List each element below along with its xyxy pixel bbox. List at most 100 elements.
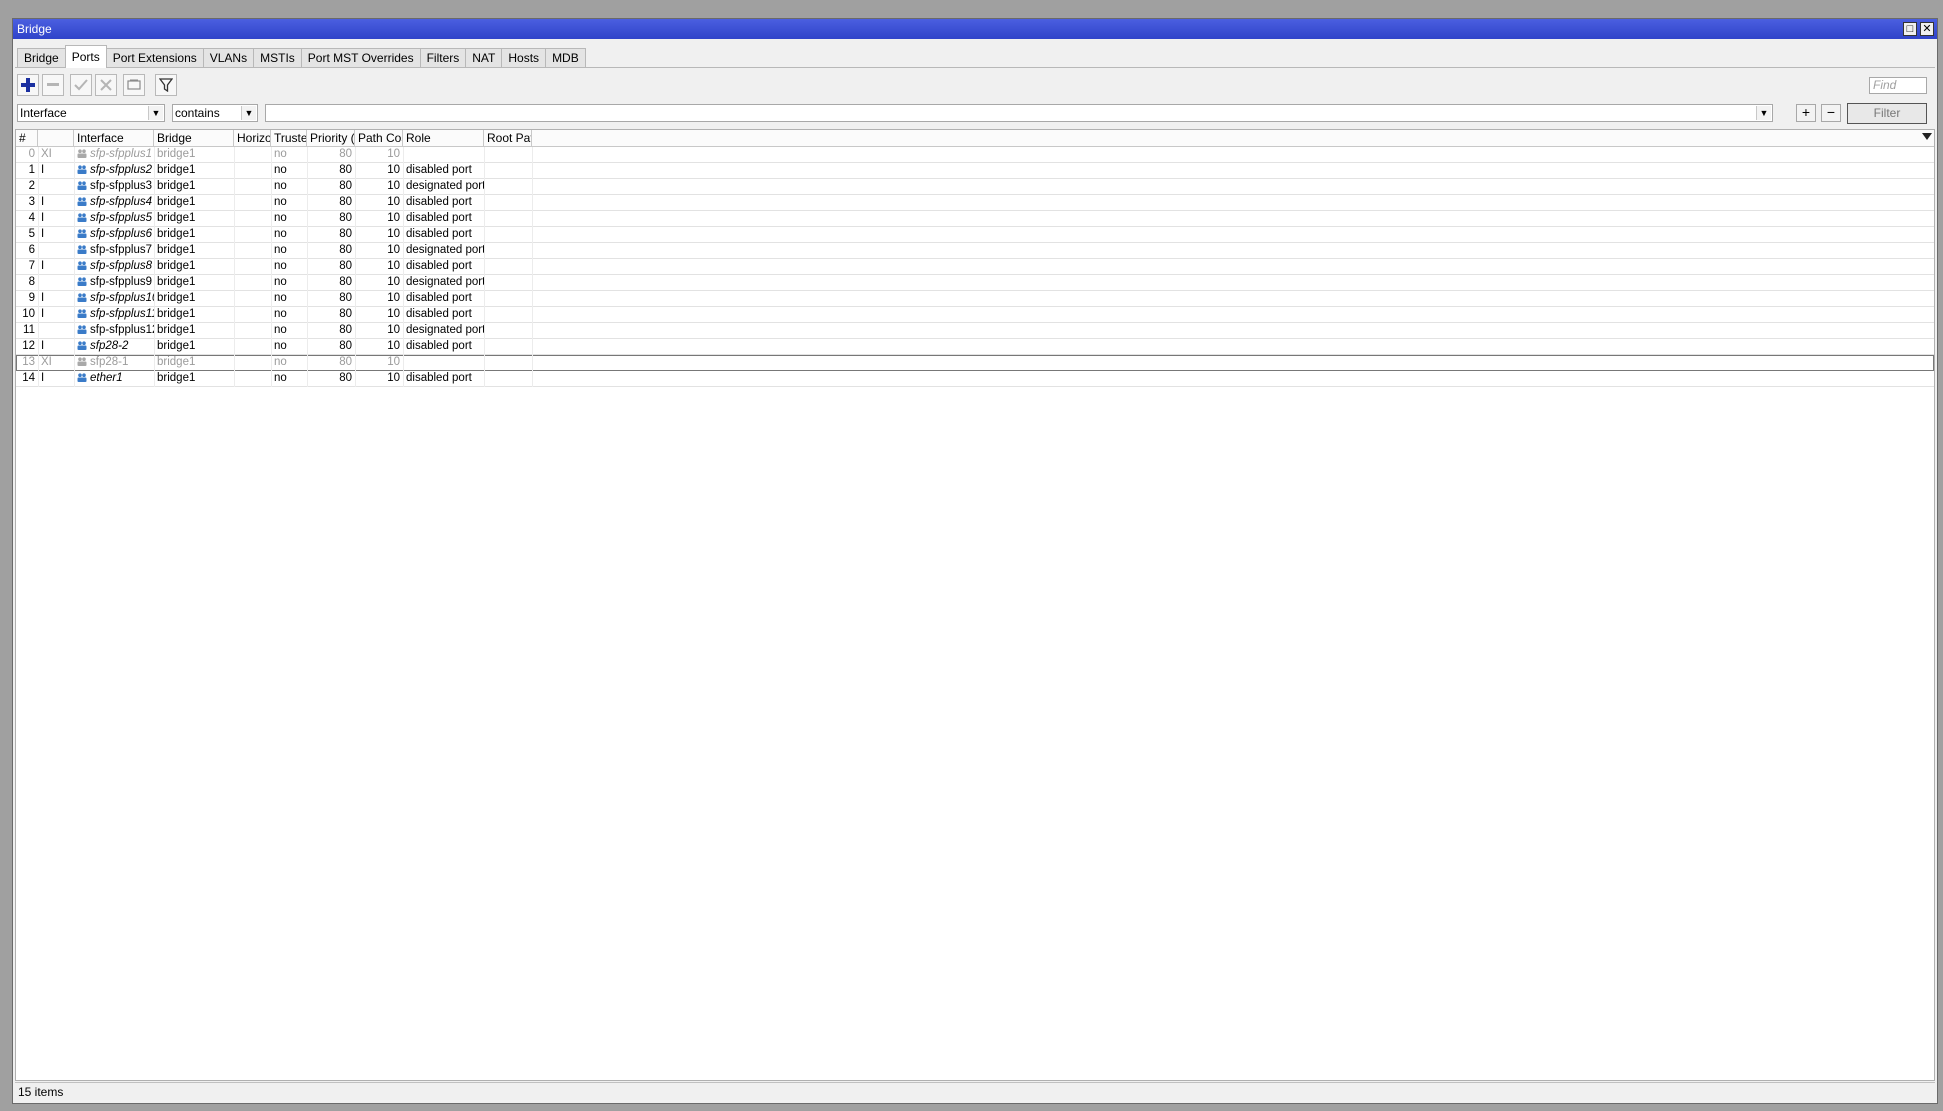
tab-hosts[interactable]: Hosts (501, 48, 547, 68)
tab-mstis[interactable]: MSTIs (253, 48, 302, 68)
cell-role: disabled port (406, 308, 472, 320)
cell-flags (38, 275, 74, 290)
find-input[interactable]: Find (1869, 77, 1927, 94)
table-row[interactable]: 13 XI sfp28-1 bridge1 no 80 10 (16, 355, 1934, 371)
col-interface-header[interactable]: Interface (74, 130, 154, 146)
port-icon (77, 277, 87, 286)
col-path-cost-header[interactable]: Path Cost (355, 130, 403, 146)
cell-root-path (484, 291, 532, 306)
table-row[interactable]: 2 sfp-sfpplus3 bridge1 no 80 10 designated por… (16, 179, 1934, 195)
cell-interface: sfp-sfpplus4 (74, 195, 154, 210)
enable-button[interactable] (70, 74, 92, 96)
column-divider (234, 147, 235, 387)
cell-flags (38, 179, 74, 194)
interface-name: sfp-sfpplus10 (90, 292, 154, 304)
cell-bridge: bridge1 (157, 260, 196, 272)
cell-root-path (484, 339, 532, 354)
table-row[interactable]: 6 sfp-sfpplus7 bridge1 no 80 10 designated por… (16, 243, 1934, 259)
cell-interface: sfp-sfpplus9 (74, 275, 154, 290)
table-row[interactable]: 8 sfp-sfpplus9 bridge1 no 80 10 designated por… (16, 275, 1934, 291)
tab-port-mst-overrides[interactable]: Port MST Overrides (300, 48, 421, 68)
table-row[interactable]: 1 Isfp-sfpplus2 bridge1 no 80 10 disabled port (16, 163, 1934, 179)
cell-horizon (234, 339, 271, 354)
interface-name: sfp-sfpplus5 (90, 212, 153, 224)
table-row[interactable]: 4 Isfp-sfpplus5 bridge1 no 80 10 disabled port (16, 211, 1934, 227)
table-row[interactable]: 10 Isfp-sfpplus11 bridge1 no 80 10 disabled po… (16, 307, 1934, 323)
cell-role: disabled port (406, 372, 472, 384)
remove-filter-button[interactable]: − (1821, 104, 1841, 122)
cell-horizon (234, 371, 271, 386)
cell-number: 6 (28, 244, 35, 256)
port-icon (77, 165, 87, 174)
interface-name: sfp-sfpplus8 (90, 260, 153, 272)
comment-button[interactable] (123, 74, 145, 96)
tab-nat[interactable]: NAT (465, 48, 503, 68)
tab-bridge[interactable]: Bridge (17, 48, 66, 68)
table-row[interactable]: 0 XI sfp-sfpplus1 bridge1 no 80 10 (16, 147, 1934, 163)
col-bridge-header[interactable]: Bridge (154, 130, 234, 146)
cell-root-path (484, 371, 532, 386)
cell-trusted: no (274, 292, 287, 304)
table-row[interactable]: 5 Isfp-sfpplus6 bridge1 no 80 10 disabled port (16, 227, 1934, 243)
port-icon (77, 373, 87, 382)
table-row[interactable]: 3 Isfp-sfpplus4 bridge1 no 80 10 disabled port (16, 195, 1934, 211)
col-trusted-header[interactable]: Trusted (271, 130, 307, 146)
col-priority-header[interactable]: Priority (h... (307, 130, 355, 146)
dropdown-arrow-icon[interactable]: ▼ (241, 106, 256, 120)
close-icon[interactable]: ✕ (1920, 22, 1934, 36)
cell-bridge: bridge1 (157, 196, 196, 208)
col-role-header[interactable]: Role (403, 130, 484, 146)
cell-trusted: no (274, 180, 287, 192)
add-button[interactable] (17, 74, 39, 96)
cell-interface: sfp28-1 (74, 355, 154, 370)
cell-trusted: no (274, 212, 287, 224)
col-horizon-header[interactable]: Horizon (234, 130, 271, 146)
port-icon (77, 293, 87, 302)
filter-field-select[interactable]: Interface ▼ (17, 104, 165, 122)
filter-value-input[interactable]: ▼ (265, 104, 1773, 122)
maximize-icon[interactable]: □ (1903, 22, 1917, 36)
tab-port-extensions[interactable]: Port Extensions (105, 48, 204, 68)
disable-button[interactable] (95, 74, 117, 96)
interface-name: sfp28-1 (90, 356, 129, 368)
interface-name: sfp-sfpplus11 (90, 308, 154, 320)
apply-filter-button[interactable]: Filter (1847, 103, 1927, 124)
port-icon (77, 309, 87, 318)
table-row[interactable]: 9 Isfp-sfpplus10 bridge1 no 80 10 disabled por… (16, 291, 1934, 307)
port-icon (77, 341, 87, 350)
filter-field-value: Interface (20, 106, 67, 120)
dropdown-arrow-icon[interactable]: ▼ (1756, 106, 1771, 120)
cell-number: 5 (28, 228, 35, 240)
cell-trusted: no (274, 308, 287, 320)
cell-root-path (484, 243, 532, 258)
dropdown-arrow-icon[interactable]: ▼ (148, 106, 163, 120)
cell-flags: I (41, 292, 45, 304)
table-row[interactable]: 14 Iether1 bridge1 no 80 10 disabled port (16, 371, 1934, 387)
tab-ports[interactable]: Ports (64, 45, 107, 68)
filter-operator-select[interactable]: contains ▼ (172, 104, 258, 122)
table-row[interactable]: 11 sfp-sfpplus12 bridge1 no 80 10 designated p… (16, 323, 1934, 339)
cell-interface: sfp28-2 (74, 339, 154, 354)
column-menu-icon[interactable] (1922, 133, 1932, 140)
cell-role: disabled port (406, 196, 472, 208)
remove-button[interactable] (42, 74, 64, 96)
col-flags-header[interactable] (38, 130, 74, 146)
cell-bridge: bridge1 (157, 356, 196, 368)
tab-filters[interactable]: Filters (419, 48, 467, 68)
col-root-path-header[interactable]: Root Pat... (484, 130, 532, 146)
cell-bridge: bridge1 (157, 180, 196, 192)
table-row[interactable]: 12 Isfp28-2 bridge1 no 80 10 disabled port (16, 339, 1934, 355)
table-row[interactable]: 7 Isfp-sfpplus8 bridge1 no 80 10 disabled port (16, 259, 1934, 275)
tab-divider (15, 67, 1935, 68)
tab-mdb[interactable]: MDB (545, 48, 586, 68)
cell-flags: I (41, 196, 45, 208)
cell-role: disabled port (406, 228, 472, 240)
filter-toggle-button[interactable] (155, 74, 177, 96)
cell-flags: XI (41, 148, 52, 160)
window-titlebar[interactable]: Bridge □ ✕ (13, 19, 1937, 39)
col-number-header[interactable]: # (16, 130, 38, 146)
cell-flags: XI (41, 356, 52, 368)
tab-vlans[interactable]: VLANs (202, 48, 255, 68)
cell-priority: 80 (339, 308, 352, 320)
add-filter-button[interactable]: + (1796, 104, 1816, 122)
